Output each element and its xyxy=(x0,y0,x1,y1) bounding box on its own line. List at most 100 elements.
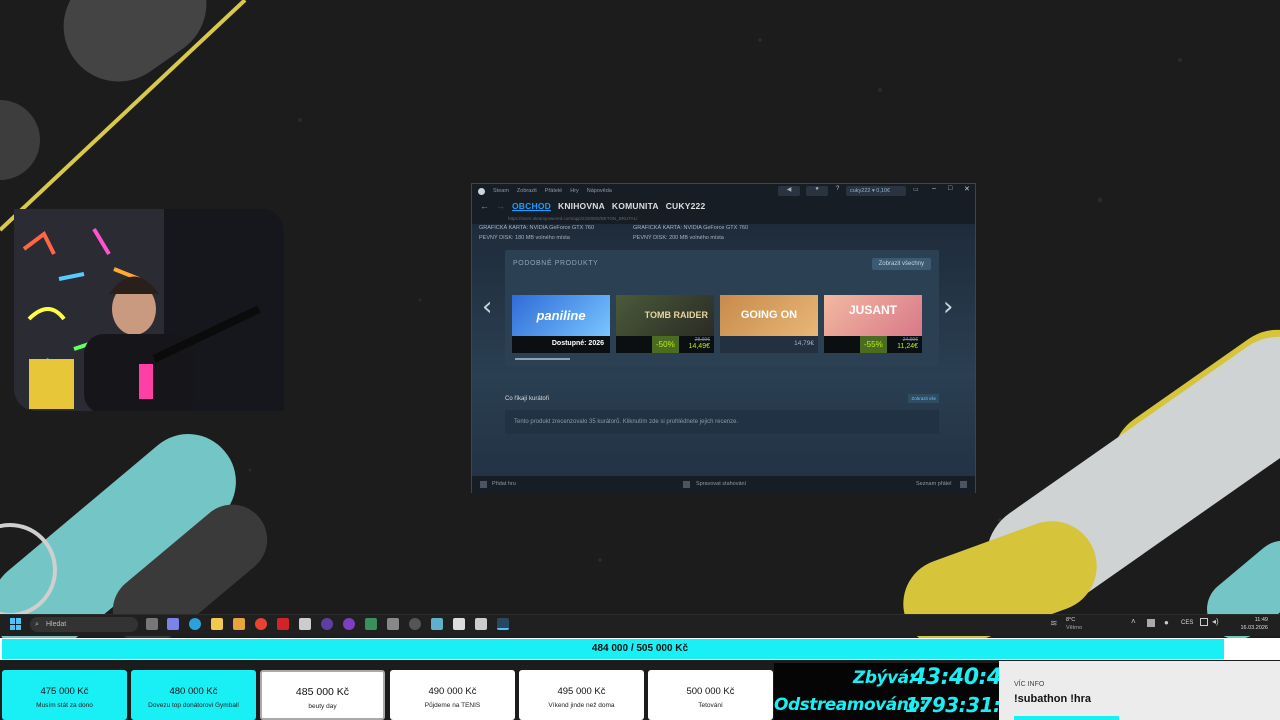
start-button[interactable] xyxy=(10,618,22,630)
taskbar-search[interactable]: ⌕ Hledat xyxy=(30,617,138,632)
friends-icon[interactable] xyxy=(960,481,967,488)
adobe-icon[interactable] xyxy=(277,618,289,630)
menu-games[interactable]: Hry xyxy=(570,188,579,194)
goal-card: 480 000 Kč Dovezu top donátorovi Gymball xyxy=(131,670,256,720)
weather-widget[interactable]: ≋ 8°C Větrno xyxy=(1050,616,1110,634)
manage-downloads-button[interactable]: Spravovat stahování xyxy=(696,481,746,487)
goal-progress-text: 484 000 / 505 000 Kč xyxy=(591,643,689,654)
account-menu[interactable]: cuky222 ▾ 0,10€ xyxy=(846,186,906,196)
app-icon[interactable] xyxy=(431,618,443,630)
menu-view[interactable]: Zobrazit xyxy=(517,188,537,194)
goal-amount: 475 000 Kč xyxy=(40,686,89,697)
menu-steam[interactable]: Steam xyxy=(493,188,509,194)
goal-amount: 495 000 Kč xyxy=(557,686,606,697)
tab-profile[interactable]: CUKY222 xyxy=(666,201,706,211)
folder-icon[interactable] xyxy=(233,618,245,630)
minimize-icon[interactable]: – xyxy=(932,185,936,192)
file-explorer-icon[interactable] xyxy=(211,618,223,630)
capsule-art: GOING ON xyxy=(720,295,818,336)
tab-library[interactable]: KNIHOVNA xyxy=(558,201,605,211)
view-all-button[interactable]: Zobrazit všechny xyxy=(871,258,931,270)
goal-description: Tetování xyxy=(698,702,723,709)
webcam-image xyxy=(14,209,284,411)
steam-footer: Přidat hru Spravovat stahování Seznam př… xyxy=(472,476,975,494)
announce-button[interactable]: ◀ xyxy=(778,186,800,196)
notifications-bell-icon[interactable]: ● xyxy=(806,186,828,196)
close-icon[interactable]: ✕ xyxy=(964,185,970,193)
availability-label: Dostupné: 2026 xyxy=(551,340,604,347)
info-panel: VÍC INFO !subathon !hra xyxy=(999,661,1280,720)
capsule-price-strip: Dostupné: 2026 xyxy=(512,336,610,353)
goal-card: 500 000 Kč Tetování xyxy=(648,670,773,720)
product-capsule[interactable]: GOING ON 14,79€ xyxy=(720,295,818,353)
microphone-icon[interactable]: ● xyxy=(1164,618,1169,627)
goal-description: Půjdeme na TENIS xyxy=(424,702,481,709)
sysreq-recommended: GRAFICKÁ KARTA: NVIDIA GeForce GTX 760 P… xyxy=(633,223,748,243)
url-text: https://store.steampowered.com/app/23305… xyxy=(508,216,638,221)
app-icon[interactable] xyxy=(453,618,465,630)
search-icon: ⌕ xyxy=(35,621,39,628)
language-indicator[interactable]: CES xyxy=(1181,620,1193,626)
carousel-next-icon[interactable]: › xyxy=(943,292,953,322)
steam-logo-icon xyxy=(478,187,485,195)
tab-community[interactable]: KOMUNITA xyxy=(612,201,659,211)
sysreq-line: GRAFICKÁ KARTA: NVIDIA GeForce GTX 760 xyxy=(633,225,749,231)
steam-titlebar: Steam Zobrazit Přátelé Hry Nápověda ◀ ● … xyxy=(472,184,975,198)
curators-summary[interactable]: Tento produkt zrecenzovalo 35 kurátorů. … xyxy=(505,410,939,434)
add-game-button[interactable]: Přidat hru xyxy=(492,481,516,487)
sysreq-line: PEVNÝ DISK: 200 MB volného místa xyxy=(633,235,724,241)
help-icon[interactable]: ? xyxy=(836,186,839,192)
curators-section: Co říkají kurátoři Zobrazit vše Tento pr… xyxy=(505,394,939,454)
tab-store[interactable]: OBCHOD xyxy=(512,201,551,211)
app-icon[interactable] xyxy=(321,618,333,630)
steam-navbar: ← → OBCHOD KNIHOVNA KOMUNITA CUKY222 xyxy=(472,198,975,214)
capsule-price-strip: -50% 28,99€ 14,49€ xyxy=(616,336,714,353)
tray-chevron-icon[interactable]: ˄ xyxy=(1131,617,1136,626)
edge-icon[interactable] xyxy=(189,618,201,630)
monitor-icon[interactable]: ▭ xyxy=(913,186,919,193)
curators-view-all-button[interactable]: Zobrazit vše xyxy=(908,394,939,403)
settings-gear-icon[interactable] xyxy=(387,618,399,630)
chrome-icon[interactable] xyxy=(255,618,267,630)
menu-help[interactable]: Nápověda xyxy=(587,188,612,194)
carousel-prev-icon[interactable]: ‹ xyxy=(482,292,492,322)
friends-list-button[interactable]: Seznam přátel xyxy=(916,481,951,487)
obs-icon[interactable] xyxy=(409,618,421,630)
downloads-icon[interactable] xyxy=(683,481,690,488)
tray-icon[interactable] xyxy=(1147,619,1155,627)
network-icon[interactable] xyxy=(1200,618,1208,626)
store-page-content: GRAFICKÁ KARTA: NVIDIA GeForce GTX 760 P… xyxy=(472,224,975,476)
curators-title: Co říkají kurátoři xyxy=(505,396,550,402)
back-arrow-icon[interactable]: ← xyxy=(480,201,489,211)
product-capsule[interactable]: JUSANT -55% 24,99€ 11,24€ xyxy=(824,295,922,353)
weather-desc: Větrno xyxy=(1066,625,1083,631)
sale-price: 11,24€ xyxy=(897,343,918,350)
info-commands: !subathon !hra xyxy=(1014,693,1091,705)
goal-amount: 480 000 Kč xyxy=(169,686,218,697)
product-capsule[interactable]: TOMB RAIDER -50% 28,99€ 14,49€ xyxy=(616,295,714,353)
app-icon[interactable] xyxy=(475,618,487,630)
app-icon[interactable] xyxy=(365,618,377,630)
goal-card-current: 485 000 Kč beuty day xyxy=(260,670,385,720)
maximize-icon[interactable]: □ xyxy=(948,185,952,192)
discount-badge: -55% xyxy=(860,336,887,353)
goal-card: 495 000 Kč Víkend jinde než doma xyxy=(519,670,644,720)
capsule-price-strip: -55% 24,99€ 11,24€ xyxy=(824,336,922,353)
product-capsule[interactable]: paniline Dostupné: 2026 xyxy=(512,295,610,353)
add-game-icon[interactable] xyxy=(480,481,487,488)
steam-taskbar-icon[interactable] xyxy=(497,618,509,630)
menu-friends[interactable]: Přátelé xyxy=(545,188,562,194)
search-placeholder: Hledat xyxy=(46,621,67,628)
goal-description: Dovezu top donátorovi Gymball xyxy=(148,702,239,709)
volume-icon[interactable]: ◂) xyxy=(1212,617,1219,626)
clock[interactable]: 11:49 16.03.2026 xyxy=(1228,616,1268,632)
carousel-scroll-indicator[interactable] xyxy=(515,358,570,360)
goal-card: 490 000 Kč Půjdeme na TENIS xyxy=(390,670,515,720)
forward-arrow-icon[interactable]: → xyxy=(496,201,505,211)
subathon-timers: Zbývá: 43:40:44 Odstreamováno: 1793:31:5… xyxy=(774,663,1028,720)
teams-icon[interactable] xyxy=(167,618,179,630)
goal-amount: 500 000 Kč xyxy=(686,686,735,697)
app-icon[interactable] xyxy=(299,618,311,630)
task-view-icon[interactable] xyxy=(146,618,158,630)
app-icon[interactable] xyxy=(343,618,355,630)
